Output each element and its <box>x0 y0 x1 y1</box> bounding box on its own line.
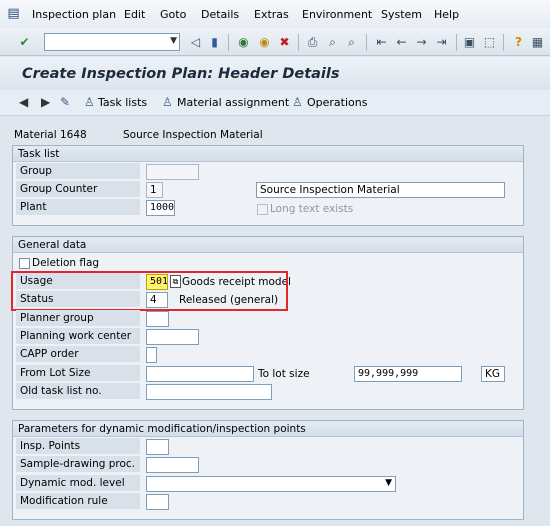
group-field[interactable] <box>146 164 199 180</box>
planning-work-center-label: Planning work center <box>16 328 140 345</box>
arrow-right-icon[interactable]: ▶ <box>41 95 50 109</box>
planning-work-center-field[interactable] <box>146 329 199 345</box>
find-next-icon[interactable]: ⌕ <box>344 35 359 50</box>
sample-drawing-field[interactable] <box>146 457 199 473</box>
menu-inspection-plan[interactable]: Inspection plan <box>32 8 116 21</box>
group-title: Task list <box>13 146 523 162</box>
from-lot-size-label: From Lot Size <box>16 365 140 382</box>
menu-bar: ▤ Inspection plan Edit Goto Details Extr… <box>0 0 550 28</box>
task-list-description-field[interactable]: Source Inspection Material <box>256 182 505 198</box>
insp-points-field[interactable] <box>146 439 169 455</box>
material-label: Material <box>14 129 57 141</box>
operations-button[interactable]: Operations <box>307 96 367 109</box>
save-icon[interactable]: ◁ <box>188 35 203 50</box>
first-page-icon[interactable]: ⇤ <box>374 35 389 50</box>
long-text-checkbox <box>257 204 268 215</box>
modification-rule-label: Modification rule <box>16 493 140 510</box>
toolbar-separator <box>503 34 504 51</box>
material-description: Source Inspection Material <box>123 129 263 141</box>
toolbar-separator <box>298 34 299 51</box>
long-text-label: Long text exists <box>270 203 354 215</box>
task-lists-button[interactable]: Task lists <box>98 96 147 109</box>
help-icon[interactable]: ? <box>511 35 526 50</box>
dynamic-mod-level-label: Dynamic mod. level <box>16 475 140 492</box>
dynamic-mod-level-dropdown[interactable]: ▼ <box>146 476 396 492</box>
highlight-box <box>11 271 288 311</box>
chevron-down-icon[interactable]: ▼ <box>385 478 392 488</box>
menu-help[interactable]: Help <box>434 8 459 21</box>
person-icon[interactable]: ♙ <box>84 95 95 109</box>
capp-order-label: CAPP order <box>16 346 140 363</box>
pencil-icon[interactable]: ✎ <box>60 95 70 109</box>
next-page-icon[interactable]: → <box>414 35 429 50</box>
group-title: General data <box>13 237 523 253</box>
new-session-icon[interactable]: ▣ <box>462 35 477 50</box>
person-icon[interactable]: ♙ <box>292 95 303 109</box>
deletion-flag-label: Deletion flag <box>32 257 100 269</box>
material-assignment-button[interactable]: Material assignment <box>177 96 289 109</box>
group-title: Parameters for dynamic modification/insp… <box>13 421 523 437</box>
menu-environment[interactable]: Environment <box>302 8 372 21</box>
old-task-list-label: Old task list no. <box>16 383 140 400</box>
modification-rule-field[interactable] <box>146 494 169 510</box>
group-counter-label: Group Counter <box>16 181 140 198</box>
menu-goto[interactable]: Goto <box>160 8 186 21</box>
menu-system[interactable]: System <box>381 8 422 21</box>
capp-order-field[interactable] <box>146 347 157 363</box>
exit-icon[interactable]: ◉ <box>257 35 272 50</box>
sample-drawing-label: Sample-drawing proc. <box>16 456 140 473</box>
menu-details[interactable]: Details <box>201 8 239 21</box>
group-counter-field[interactable]: 1 <box>146 182 163 198</box>
cancel-icon[interactable]: ✖ <box>277 35 292 50</box>
deletion-flag-checkbox[interactable] <box>19 258 30 269</box>
to-lot-size-label: To lot size <box>258 368 310 380</box>
arrow-left-icon[interactable]: ◀ <box>19 95 28 109</box>
plant-field[interactable]: 1000 <box>146 200 175 216</box>
layout-icon[interactable]: ▦ <box>530 35 545 50</box>
to-lot-size-field[interactable]: 99,999,999 <box>354 366 462 382</box>
planner-group-field[interactable] <box>146 311 169 327</box>
group-label: Group <box>16 163 140 180</box>
old-task-list-field[interactable] <box>146 384 272 400</box>
planner-group-label: Planner group <box>16 310 140 327</box>
plant-label: Plant <box>16 199 140 216</box>
toolbar-icons: ◁ ▮ ◉ ◉ ✖ ⎙ ⌕ ⌕ ⇤ ← → ⇥ ▣ ⬚ ? ▦ <box>0 28 550 56</box>
unit-field[interactable]: KG <box>481 366 505 382</box>
prev-page-icon[interactable]: ← <box>394 35 409 50</box>
material-number: 1648 <box>60 129 87 141</box>
shortcut-icon[interactable]: ⬚ <box>482 35 497 50</box>
toolbar-separator <box>228 34 229 51</box>
toolbar-separator <box>456 34 457 51</box>
menu-edit[interactable]: Edit <box>124 8 145 21</box>
toolbar-separator <box>366 34 367 51</box>
last-page-icon[interactable]: ⇥ <box>434 35 449 50</box>
back-icon[interactable]: ◉ <box>236 35 251 50</box>
menu-extras[interactable]: Extras <box>254 8 289 21</box>
app-menu-icon[interactable]: ▤ <box>6 6 21 21</box>
person-icon[interactable]: ♙ <box>162 95 173 109</box>
print-icon[interactable]: ⎙ <box>305 35 320 50</box>
from-lot-size-field[interactable] <box>146 366 254 382</box>
insp-points-label: Insp. Points <box>16 438 140 455</box>
page-title: Create Inspection Plan: Header Details <box>22 66 340 82</box>
save-disk-icon[interactable]: ▮ <box>207 35 222 50</box>
find-icon[interactable]: ⌕ <box>325 35 340 50</box>
